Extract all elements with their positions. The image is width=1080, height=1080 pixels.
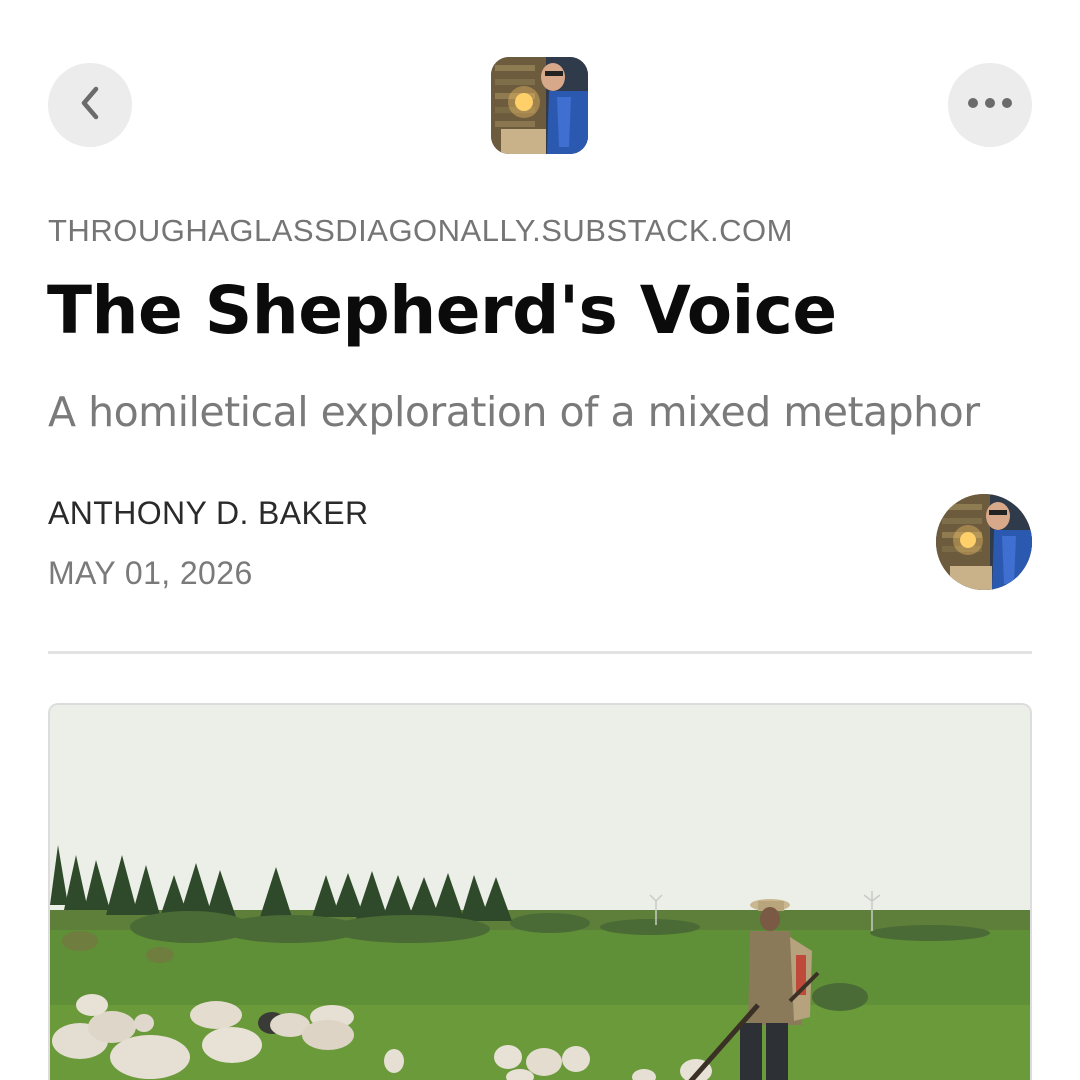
post-screen: THROUGHAGLASSDIAGONALLY.SUBSTACK.COM The… (0, 0, 1080, 1080)
chevron-left-icon (75, 83, 105, 128)
ellipsis-horizontal-icon (967, 96, 1013, 114)
header-divider (48, 651, 1032, 654)
author-name[interactable]: ANTHONY D. BAKER (48, 495, 369, 532)
hero-image[interactable] (48, 703, 1032, 1080)
post-title: The Shepherd's Voice (47, 272, 837, 349)
more-options-button[interactable] (948, 63, 1032, 147)
back-button[interactable] (48, 63, 132, 147)
publication-logo[interactable] (491, 57, 588, 154)
author-avatar[interactable] (936, 494, 1032, 590)
publication-domain[interactable]: THROUGHAGLASSDIAGONALLY.SUBSTACK.COM (48, 213, 793, 249)
post-subtitle: A homiletical exploration of a mixed met… (48, 388, 980, 436)
post-date: MAY 01, 2026 (48, 555, 253, 591)
